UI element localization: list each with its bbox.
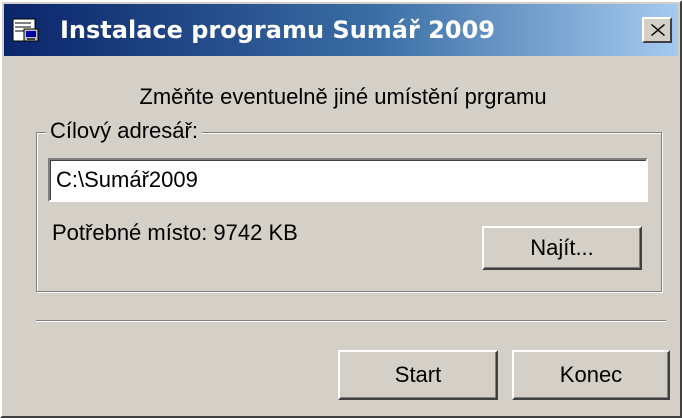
find-button[interactable]: Najít... — [482, 226, 642, 270]
window-title: Instalace programu Sumář 2009 — [60, 16, 495, 44]
instruction-text: Změňte eventuelně jiné umístění prgramu — [139, 84, 547, 109]
end-button[interactable]: Konec — [512, 350, 670, 400]
installer-window: Instalace programu Sumář 2009 Změňte eve… — [0, 0, 682, 418]
separator — [36, 320, 666, 322]
title-bar[interactable]: Instalace programu Sumář 2009 — [4, 4, 678, 56]
directory-path-input[interactable] — [48, 158, 648, 202]
close-button[interactable] — [642, 17, 672, 43]
setup-icon — [12, 17, 40, 43]
required-space-label: Potřebné místo: 9742 KB — [52, 220, 298, 245]
group-label: Cílový adresář: — [46, 118, 202, 144]
close-icon — [651, 24, 665, 36]
start-button[interactable]: Start — [338, 350, 498, 400]
